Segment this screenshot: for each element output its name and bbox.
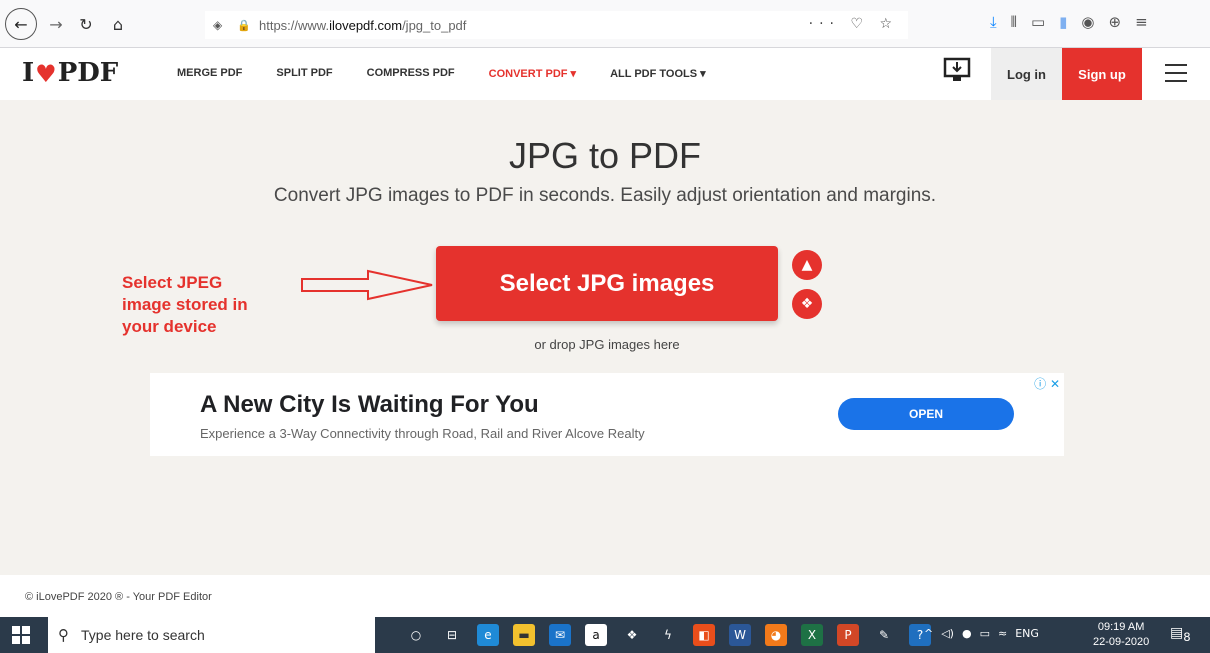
ad-title: A New City Is Waiting For You — [200, 391, 539, 418]
home-button[interactable]: ⌂ — [104, 10, 132, 38]
site-footer: © iLovePDF 2020 ® - Your PDF Editor — [0, 575, 1210, 617]
downloads-icon[interactable]: ⤓ — [990, 13, 997, 31]
hamburger-menu-icon[interactable] — [1165, 64, 1187, 88]
lock-icon[interactable]: 🔒 — [237, 19, 253, 32]
browser-toolbar: ← → ↻ ⌂ ◈ 🔒 https://www.ilovepdf.com/jpg… — [0, 0, 1210, 48]
annotation-arrow-icon — [301, 269, 433, 301]
volume-icon[interactable]: ◁) — [941, 627, 954, 640]
forward-button[interactable]: → — [42, 10, 70, 38]
system-tray: ^ ◁) ● ▭ ≈ ENG — [924, 627, 1039, 640]
signup-button[interactable]: Sign up — [1062, 48, 1142, 100]
menu-all-pdf-tools[interactable]: ALL PDF TOOLS ▾ — [610, 67, 706, 80]
ad-info-close-icon[interactable]: ⓘ ✕ — [1034, 375, 1060, 392]
main-menu: MERGE PDF SPLIT PDF COMPRESS PDF CONVERT… — [177, 67, 740, 80]
taskbar-clock[interactable]: 09:19 AM 22-09-2020 — [1093, 620, 1149, 650]
library-icon[interactable]: ⫴ — [1011, 13, 1017, 31]
extension-icon[interactable]: ◉ — [1081, 13, 1094, 31]
excel-icon[interactable]: X — [801, 624, 823, 646]
windows-taskbar: ⚲ Type here to search ○ ⊟ e ▬ ✉ a ❖ ϟ ◧ … — [0, 617, 1210, 653]
reload-button[interactable]: ↻ — [72, 10, 100, 38]
winamp-icon[interactable]: ϟ — [657, 624, 679, 646]
file-explorer-icon[interactable]: ▬ — [513, 624, 535, 646]
cortana-icon[interactable]: ○ — [405, 624, 427, 646]
ad-open-button[interactable]: OPEN — [838, 398, 1014, 430]
taskbar-search-input[interactable]: ⚲ Type here to search — [48, 617, 375, 653]
copyright-text: © iLovePDF 2020 ® - Your PDF Editor — [25, 591, 212, 603]
menu-convert-pdf[interactable]: CONVERT PDF ▾ — [489, 67, 576, 80]
amazon-icon[interactable]: a — [585, 624, 607, 646]
page-title: JPG to PDF — [508, 135, 702, 176]
google-drive-icon[interactable]: ▲ — [792, 250, 822, 280]
tray-chevron-icon[interactable]: ^ — [924, 627, 933, 640]
office-icon[interactable]: ◧ — [693, 624, 715, 646]
advertisement[interactable]: ⓘ ✕ A New City Is Waiting For You Experi… — [150, 373, 1064, 456]
dropbox-icon[interactable]: ❖ — [792, 289, 822, 319]
sidebar-icon[interactable]: ▭ — [1031, 13, 1045, 31]
ad-subtitle: Experience a 3-Way Connectivity through … — [200, 426, 645, 441]
paint-icon[interactable]: ✎ — [873, 624, 895, 646]
powerpoint-icon[interactable]: P — [837, 624, 859, 646]
language-indicator[interactable]: ENG — [1015, 627, 1039, 640]
edge-icon[interactable]: e — [477, 624, 499, 646]
page-subtitle: Convert JPG images to PDF in seconds. Ea… — [273, 185, 937, 206]
antivirus-icon[interactable]: ● — [962, 627, 972, 640]
firefox-icon[interactable]: ◕ — [765, 624, 787, 646]
tracking-shield-icon[interactable]: ◈ — [213, 18, 231, 32]
menu-split-pdf[interactable]: SPLIT PDF — [276, 67, 332, 80]
url-bar[interactable]: ◈ 🔒 https://www.ilovepdf.com/jpg_to_pdf … — [205, 11, 908, 39]
drop-hint: or drop JPG images here — [534, 337, 680, 352]
task-view-icon[interactable]: ⊟ — [441, 624, 463, 646]
search-icon: ⚲ — [58, 626, 69, 644]
browser-toolbar-icons: ⤓ ⫴ ▭ ▮ ◉ ⊕ ≡ — [990, 13, 1148, 31]
page-actions-icons[interactable]: ··· ♡ ☆ — [809, 16, 898, 32]
globe-icon[interactable]: ⊕ — [1109, 13, 1122, 31]
battery-icon[interactable]: ▭ — [980, 627, 990, 640]
windows-start-icon[interactable] — [12, 626, 30, 644]
select-jpg-images-button[interactable]: Select JPG images — [436, 246, 778, 321]
dropbox-taskbar-icon[interactable]: ❖ — [621, 624, 643, 646]
notifications-icon[interactable]: ▤8 — [1170, 625, 1191, 644]
desktop-app-icon[interactable] — [942, 56, 972, 86]
word-icon[interactable]: W — [729, 624, 751, 646]
ilovepdf-logo[interactable]: I ♥ PDF — [22, 58, 118, 88]
instruction-annotation: Select JPEG image stored in your device — [122, 273, 248, 336]
menu-compress-pdf[interactable]: COMPRESS PDF — [367, 67, 455, 80]
wifi-icon[interactable]: ≈ — [998, 627, 1007, 640]
taskbar-apps: ○ ⊟ e ▬ ✉ a ❖ ϟ ◧ W ◕ X P ✎ ? — [405, 624, 931, 646]
url-text: https://www.ilovepdf.com/jpg_to_pdf — [259, 17, 467, 33]
back-button[interactable]: ← — [5, 8, 37, 40]
login-button[interactable]: Log in — [991, 48, 1062, 100]
menu-merge-pdf[interactable]: MERGE PDF — [177, 67, 242, 80]
menu-icon[interactable]: ≡ — [1135, 13, 1148, 31]
mail-icon[interactable]: ✉ — [549, 624, 571, 646]
reader-icon[interactable]: ▮ — [1059, 13, 1067, 31]
heart-icon: ♥ — [35, 58, 57, 88]
